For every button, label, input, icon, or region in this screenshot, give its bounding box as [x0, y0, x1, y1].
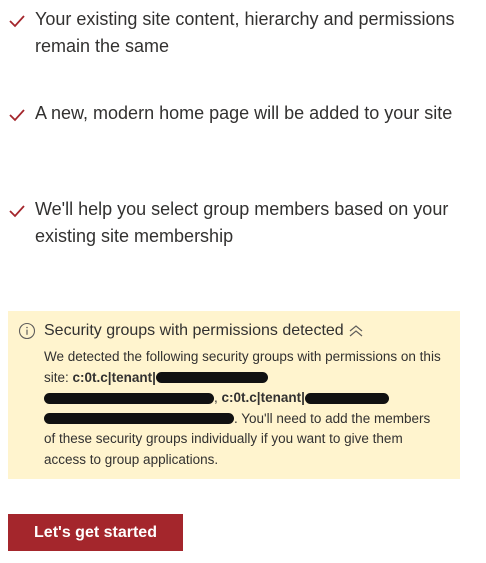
redaction-mark — [44, 413, 234, 425]
warning-body: We detected the following security group… — [44, 347, 444, 470]
checklist-item: We'll help you select group members base… — [8, 196, 474, 250]
redaction-mark — [304, 392, 389, 404]
checklist-item: A new, modern home page will be added to… — [8, 100, 474, 127]
checkmark-icon — [9, 109, 25, 122]
warning-title: Security groups with permissions detecte… — [44, 322, 344, 339]
redaction-mark — [44, 392, 214, 404]
security-groups-warning: Security groups with permissions detecte… — [8, 311, 460, 479]
warning-separator: , — [214, 390, 218, 405]
info-icon — [18, 322, 36, 340]
checklist-item-text: We'll help you select group members base… — [35, 199, 449, 246]
warning-header[interactable]: Security groups with permissions detecte… — [18, 319, 450, 343]
checklist-item: Your existing site content, hierarchy an… — [8, 6, 474, 60]
checklist-item-text: Your existing site content, hierarchy an… — [35, 9, 455, 56]
checklist-item-text: A new, modern home page will be added to… — [35, 103, 453, 123]
redaction-mark — [155, 372, 268, 384]
chevron-double-up-icon[interactable] — [347, 324, 365, 338]
checkmark-icon — [9, 15, 25, 28]
security-group-name: c:0t.c|tenant| — [72, 369, 156, 385]
lets-get-started-button[interactable]: Let's get started — [8, 514, 183, 551]
checkmark-icon — [9, 205, 25, 218]
security-group-name: c:0t.c|tenant| — [221, 390, 305, 405]
